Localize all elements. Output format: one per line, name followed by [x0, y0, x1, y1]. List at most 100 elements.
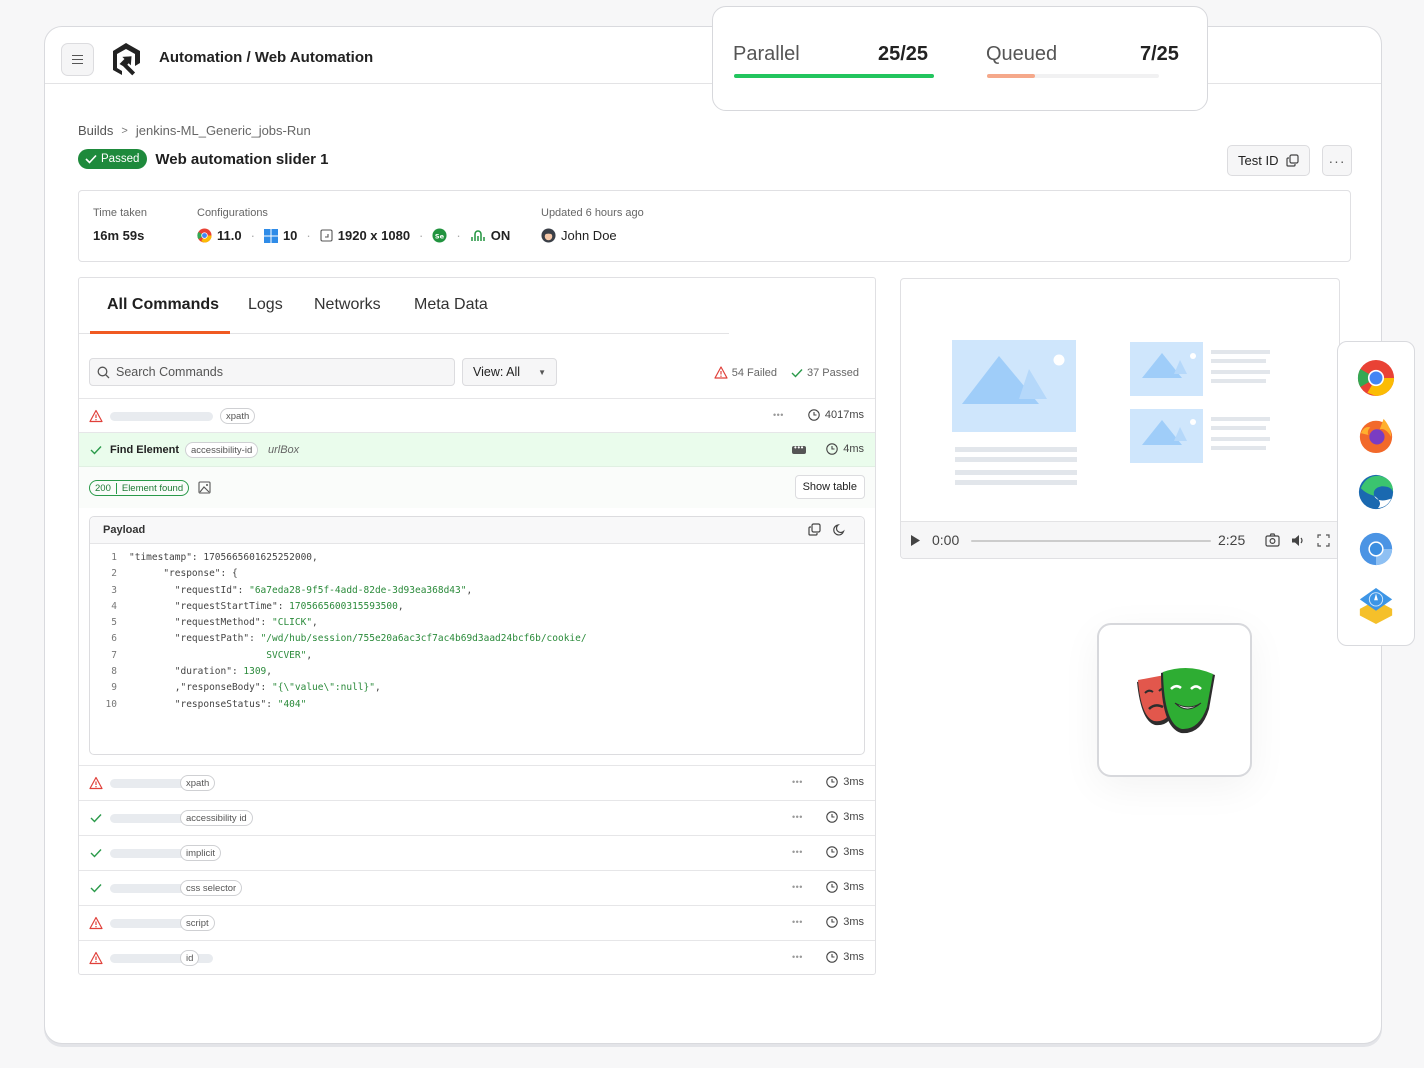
more-icon[interactable]: ••• [773, 410, 784, 420]
app-title: Automation / Web Automation [159, 49, 374, 66]
command-detail-strip: 200 Element found Show table [79, 466, 875, 508]
chrome-icon[interactable] [1357, 359, 1395, 397]
app-window: Automation / Web Automation Builds > jen… [44, 26, 1382, 1044]
search-commands-field[interactable] [89, 358, 455, 386]
play-icon[interactable] [910, 534, 921, 547]
code-key [129, 650, 266, 666]
test-id-label: Test ID [1238, 153, 1279, 168]
command-name-placeholder [110, 412, 213, 421]
more-icon[interactable]: ••• [792, 812, 803, 822]
firefox-icon[interactable] [1357, 416, 1395, 454]
tab-bar: All Commands Logs Networks Meta Data [79, 278, 729, 334]
tab-all-commands[interactable]: All Commands [107, 296, 219, 314]
test-id-button[interactable]: Test ID [1227, 145, 1311, 176]
chromium-icon[interactable] [1357, 530, 1395, 568]
parallel-progress-bar [734, 74, 934, 78]
avatar [541, 228, 556, 243]
clock-icon [826, 881, 838, 893]
selenium-icon: Se [432, 228, 447, 243]
locator-pill: xpath [220, 408, 256, 424]
more-icon[interactable]: ••• [792, 444, 806, 454]
user-info: John Doe [541, 228, 644, 243]
queued-label: Queued [986, 43, 1058, 65]
copy-icon[interactable] [808, 523, 821, 536]
response-status-badge: 200 Element found [89, 480, 190, 496]
command-row[interactable]: id ••• 3ms [79, 940, 875, 975]
framework-card [1097, 623, 1252, 777]
command-row[interactable]: accessibility id ••• 3ms [79, 800, 875, 835]
passed-count: 37 Passed [791, 366, 859, 379]
user-name: John Doe [561, 228, 617, 243]
command-row[interactable]: implicit ••• 3ms [79, 835, 875, 870]
clock-icon [826, 443, 838, 455]
video-player: 0:00 2:25 [900, 278, 1340, 559]
code-line: 9 ,"responseBody": "{\"value\":null}", [90, 682, 587, 698]
parallel-progress-fill [734, 74, 934, 78]
parallel-label: Parallel [733, 43, 800, 65]
more-options-button[interactable]: ··· [1322, 145, 1352, 176]
tab-meta-data[interactable]: Meta Data [414, 296, 488, 314]
command-row[interactable]: css selector ••• 3ms [79, 870, 875, 905]
concurrency-card: Parallel 25/25 Queued 7/25 [712, 6, 1208, 111]
show-table-button[interactable]: Show table [794, 475, 865, 499]
code-key: "requestStartTime": [129, 600, 290, 612]
locator-value: urlBox [268, 444, 300, 456]
video-seek-bar[interactable] [971, 540, 1211, 542]
configurations-section: Configurations 11.0 · 10 · 1920 x 1080 ·… [197, 207, 510, 243]
code-value: "{\"value\":null}" [272, 682, 375, 694]
more-icon[interactable]: ••• [792, 952, 803, 962]
command-row[interactable]: script ••• 3ms [79, 905, 875, 940]
updated-section: Updated 6 hours ago John Doe [541, 207, 644, 243]
command-row-selected[interactable]: Find Element accessibility-id urlBox •••… [79, 432, 875, 467]
code-punct: , [374, 682, 381, 694]
camera-icon[interactable] [1265, 533, 1280, 547]
command-duration: 4017ms [808, 409, 864, 421]
volume-icon[interactable] [1291, 534, 1306, 547]
more-icon[interactable]: ••• [792, 917, 803, 927]
code-punct: , [466, 584, 473, 596]
windows-icon [263, 228, 278, 243]
command-duration: 3ms [826, 846, 864, 858]
command-duration: 3ms [826, 776, 864, 788]
queued-value: 7/25 [1140, 43, 1179, 65]
breadcrumb-current[interactable]: jenkins-ML_Generic_jobs-Run [136, 123, 311, 138]
tab-logs[interactable]: Logs [248, 296, 283, 314]
fullscreen-icon[interactable] [1317, 534, 1330, 547]
more-icon[interactable]: ••• [792, 847, 803, 857]
hamburger-menu-button[interactable] [61, 43, 94, 76]
screenshot-icon[interactable] [198, 481, 211, 494]
video-duration: 2:25 [1218, 532, 1246, 548]
line-number: 9 [111, 682, 117, 694]
video-current-time: 0:00 [932, 532, 960, 548]
webkit-icon[interactable] [1357, 587, 1395, 625]
page-title: Web automation slider 1 [155, 150, 329, 168]
check-icon [90, 849, 102, 858]
view-filter-dropdown[interactable]: View: All ▼ [462, 358, 557, 386]
configurations-label: Configurations [197, 207, 268, 219]
dark-mode-icon[interactable] [833, 523, 846, 536]
more-icon[interactable]: ••• [792, 882, 803, 892]
chrome-icon [197, 228, 212, 243]
lambdatest-logo[interactable] [109, 41, 143, 77]
more-icon[interactable]: ••• [792, 777, 803, 787]
edge-icon[interactable] [1357, 473, 1395, 511]
chevron-right-icon: > [121, 124, 128, 137]
line-number: 8 [111, 666, 117, 678]
line-number: 1 [111, 552, 117, 563]
parallel-value: 25/25 [878, 43, 929, 65]
tab-networks[interactable]: Networks [314, 296, 381, 314]
view-filter-label: View: All [473, 365, 521, 379]
command-row[interactable]: xpath ••• 3ms [79, 765, 875, 800]
breadcrumb-builds-link[interactable]: Builds [78, 123, 113, 138]
code-key: ,"responseBody": [129, 682, 272, 694]
payload-title: Payload [90, 517, 864, 544]
line-number: 6 [111, 633, 117, 645]
warning-icon [714, 366, 728, 379]
command-duration: 3ms [826, 881, 864, 893]
locator-pill: css selector [180, 880, 243, 896]
search-icon [97, 366, 110, 378]
search-commands-input[interactable] [116, 365, 436, 379]
command-row[interactable]: xpath ••• 4017ms [79, 398, 875, 433]
status-badge: Passed [78, 149, 148, 169]
command-stats: 54 Failed 37 Passed [714, 366, 859, 379]
